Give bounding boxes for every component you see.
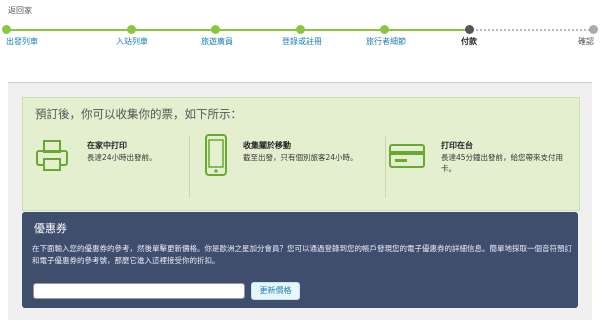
step-1-dot [2,25,11,34]
ticket-collection-title: 預訂後，你可以收集你的票，如下所示： [35,107,242,121]
option-print-at-home: 在家中打印 長達24小時出發前。 [35,140,195,198]
progress-track-remaining [469,29,593,31]
step-4-dot [296,25,305,34]
ticket-card-icon [389,144,425,172]
step-outbound-train[interactable]: 出發列車 [6,36,38,47]
option-heading: 打印在台 [441,141,473,150]
option-heading: 收集關於移動 [243,141,291,150]
step-login-register[interactable]: 登錄或註冊 [282,36,322,47]
mobile-phone-icon [205,134,227,180]
step-inbound-train[interactable]: 入站列車 [116,36,148,47]
step-3-dot [211,25,220,34]
option-description: 長達24小時出發前。 [87,153,157,162]
divider [385,136,386,198]
step-6-dot [465,25,474,34]
coupon-description: 在下面輸入您的優惠券的參考，然後單擊更新價格。你是歐洲之星加分會員？您可以通過登… [32,244,572,265]
coupon-code-input[interactable] [33,283,245,299]
option-heading: 在家中打印 [87,141,127,150]
step-travel-staff[interactable]: 旅遊廣員 [201,36,233,47]
step-traveller-details[interactable]: 旅行者細節 [366,36,406,47]
update-price-button[interactable]: 更新價格 [251,282,300,300]
option-print-at-station: 打印在台 長達45分鐘出發前，給您帶來支付用卡。 [389,140,569,198]
option-description: 截至出發，只有個別旅客24小時。 [243,153,358,162]
printer-icon [35,140,69,176]
ticket-collection-box: 預訂後，你可以收集你的票，如下所示： 在家中打印 長達24小時出發前。 收集關於… [22,97,580,211]
step-payment: 付款 [461,37,477,46]
option-description: 長達45分鐘出發前，給您帶來支付用卡。 [441,153,564,173]
step-7-dot [589,25,598,34]
step-2-dot [127,25,136,34]
option-collect-mobile: 收集關於移動 截至出發，只有個別旅客24小時。 [205,134,385,198]
step-confirm: 確認 [578,37,594,46]
coupon-title: 優惠券 [34,222,67,235]
payment-panel: 預訂後，你可以收集你的票，如下所示： 在家中打印 長達24小時出發前。 收集關於… [8,82,592,320]
step-5-dot [380,25,389,34]
divider [189,136,190,198]
progress-track-completed [6,29,469,31]
coupon-box: 優惠券 在下面輸入您的優惠券的參考，然後單擊更新價格。你是歐洲之星加分會員？您可… [22,212,578,308]
booking-progress: 出發列車 入站列車 旅遊廣員 登錄或註冊 旅行者細節 付款 確認 [0,0,600,50]
